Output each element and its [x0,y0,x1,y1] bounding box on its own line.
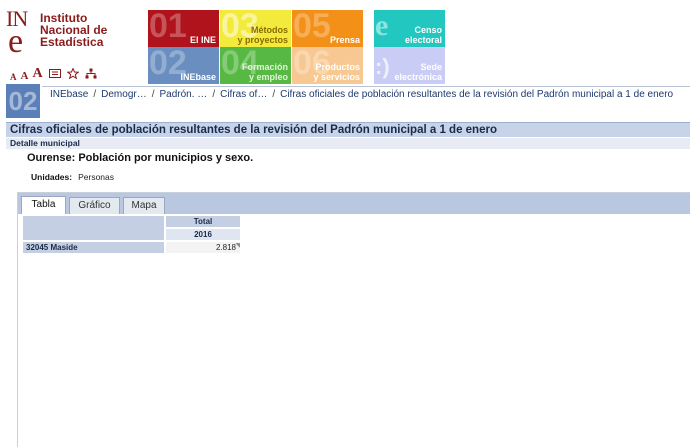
tile-number: 01 [149,10,187,45]
results-panel: Tabla Gráfico Mapa Total 2016 32045 Masi… [17,192,690,447]
font-size-large-button[interactable]: A [32,66,42,82]
breadcrumb-separator: / [151,89,155,100]
tile-label: Formación y empleo [241,62,288,82]
contact-card-icon[interactable] [48,68,61,82]
tile-el-ine[interactable]: 01 El INE [148,10,219,47]
breadcrumb: INEbase / Demogr… / Padrón. … / Cifras of… / Cif… [50,89,673,100]
tab-strip: Tabla Gráfico Mapa [18,193,690,214]
breadcrumb-link-padron[interactable]: Padrón. … [160,89,208,100]
breadcrumb-link-inebase[interactable]: INEbase [50,89,88,100]
breadcrumb-link-cifras[interactable]: Cifras of… [220,89,267,100]
font-size-medium-button[interactable]: A [21,70,29,82]
breadcrumb-separator: / [212,89,216,100]
table-title: Ourense: Población por municipios y sexo… [27,152,254,164]
tile-number: :) [375,54,390,79]
page-subtitle: Detalle municipal [10,138,80,148]
breadcrumb-separator: / [272,89,276,100]
table-corner-header [23,216,164,240]
tile-label: Prensa [329,35,360,45]
column-header-year: 2016 [166,229,240,240]
units-label: Unidades: [31,172,73,182]
cell-value-text: 2.818 [215,243,236,252]
ine-logo[interactable]: IN e Instituto Nacional de Estadística [6,8,136,60]
tile-label: Sede electrónica [394,62,442,82]
tile-label: El INE [189,35,216,45]
tile-prensa[interactable]: 05 Prensa [292,10,363,47]
page-title: Cifras oficiales de población resultante… [10,124,497,136]
logo-name: Instituto Nacional de Estadística [40,12,107,48]
cell-corner-marker-icon: ◥ [235,243,240,249]
tab-mapa[interactable]: Mapa [123,197,165,214]
breadcrumb-separator: / [93,89,97,100]
tile-label: Censo electoral [404,25,442,45]
breadcrumb-link-demografia[interactable]: Demogr… [101,89,147,100]
tile-censo-electoral[interactable]: e Censo electoral [374,10,445,47]
row-header-municipality: 32045 Maside [23,242,164,253]
accessibility-tools: A A A [10,66,97,82]
breadcrumb-bar: 02 INEbase / Demogr… / Padrón. … / Cifras of… /… [6,84,690,118]
star-icon[interactable] [65,67,80,82]
tab-grafico[interactable]: Gráfico [69,197,120,214]
table-cell-value[interactable]: 2.818 ◥ [166,242,240,253]
breadcrumb-divider [42,86,690,87]
tile-number: e [375,10,389,42]
page-title-bar: Cifras oficiales de población resultante… [6,122,690,137]
units-value: Personas [78,172,115,182]
tile-formacion-empleo[interactable]: 04 Formación y empleo [220,47,291,84]
tile-label: INEbase [180,72,216,82]
tile-label: Métodos y proyectos [237,25,288,45]
page-subtitle-bar: Detalle municipal [6,138,690,149]
tile-inebase[interactable]: 02 INEbase [148,47,219,84]
section-number-badge: 02 [6,84,40,118]
units-line: Unidades: Personas [31,172,114,182]
tile-productos-servicios[interactable]: 06 Productos y servicios [292,47,363,84]
tile-number: 05 [293,10,331,45]
tile-sede-electronica[interactable]: :) Sede electrónica [374,47,445,84]
logo-line-3: Estadística [40,35,104,49]
logo-mark-bottom: e [8,23,24,60]
font-size-small-button[interactable]: A [10,72,17,82]
breadcrumb-current[interactable]: Cifras oficiales de población resultante… [280,89,673,100]
tab-tabla[interactable]: Tabla [21,196,66,214]
sitemap-icon[interactable] [85,68,97,82]
column-header-total: Total [166,216,240,227]
tile-label: Productos y servicios [313,62,360,82]
tile-metodos-proyectos[interactable]: 03 Métodos y proyectos [220,10,291,47]
